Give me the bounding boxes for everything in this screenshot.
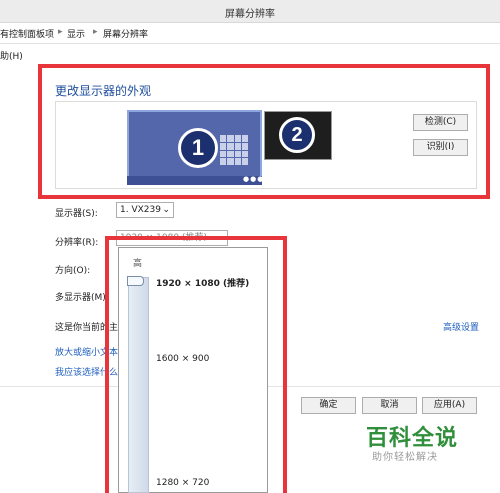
menu-help[interactable]: 助(H) <box>0 49 23 62</box>
watermark-subtitle: 助你轻松解决 <box>372 452 438 463</box>
breadcrumb-item-display[interactable]: 显示 <box>67 27 85 40</box>
resolution-label: 分辨率(R): <box>55 238 99 248</box>
display-label: 显示器(S): <box>55 209 98 219</box>
breadcrumb-separator-icon: ▸ <box>93 27 98 37</box>
window-title: 屏幕分辨率 <box>225 9 275 20</box>
highlight-box-popup <box>105 236 287 493</box>
breadcrumb: 有控制面板项 ▸ 显示 ▸ 屏幕分辨率 <box>0 23 500 44</box>
chevron-down-icon: ⌄ <box>162 205 170 215</box>
orientation-label: 方向(O): <box>55 266 91 276</box>
display-select-value: 1. VX239 <box>120 205 161 215</box>
display-select[interactable]: 1. VX239 ⌄ <box>116 202 174 218</box>
breadcrumb-separator-icon: ▸ <box>58 27 63 37</box>
advanced-settings-link[interactable]: 高级设置 <box>443 320 479 333</box>
apply-button[interactable]: 应用(A) <box>422 397 477 414</box>
ok-button[interactable]: 确定 <box>301 397 356 414</box>
title-bar: 屏幕分辨率 <box>0 0 500 23</box>
cancel-button[interactable]: 取消 <box>362 397 417 414</box>
breadcrumb-item-screen-resolution[interactable]: 屏幕分辨率 <box>103 27 148 40</box>
highlight-box-monitors <box>38 64 490 199</box>
breadcrumb-item-control-panel[interactable]: 有控制面板项 <box>0 27 54 40</box>
multi-display-label: 多显示器(M): <box>55 293 109 303</box>
menu-bar: 助(H) <box>0 44 500 64</box>
